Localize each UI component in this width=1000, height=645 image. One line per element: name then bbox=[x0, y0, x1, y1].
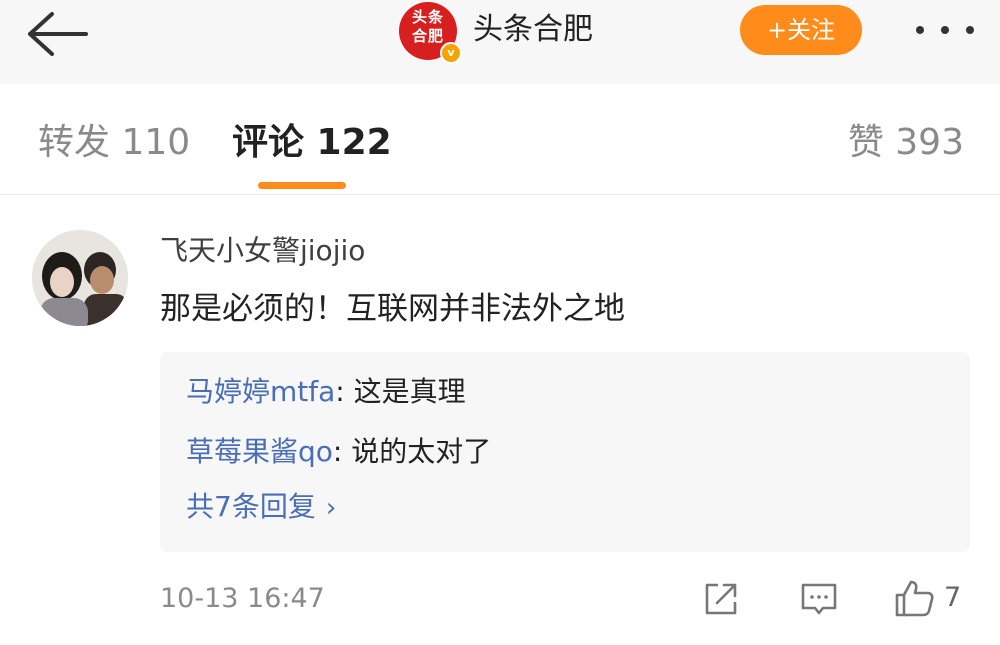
verified-badge-icon: v bbox=[440, 42, 462, 64]
more-options-icon[interactable] bbox=[910, 18, 980, 42]
comment-icon bbox=[801, 583, 837, 615]
tab-likes[interactable]: 赞 393 bbox=[848, 122, 964, 164]
comment-timestamp: 10-13 16:47 bbox=[160, 583, 325, 614]
replies-box[interactable]: 马婷婷mtfa: 这是真理 草莓果酱qo: 说的太对了 共7条回复 › bbox=[160, 352, 970, 552]
reply-item[interactable]: 马婷婷mtfa: 这是真理 bbox=[186, 375, 466, 409]
comment-text: 那是必须的！互联网并非法外之地 bbox=[160, 291, 625, 327]
like-count: 7 bbox=[944, 582, 962, 613]
back-arrow-icon[interactable] bbox=[22, 8, 92, 58]
share-button[interactable] bbox=[702, 578, 740, 618]
like-button[interactable]: 7 bbox=[893, 578, 973, 618]
share-icon bbox=[705, 583, 737, 615]
tab-bar: 转发 110 评论 122 赞 393 bbox=[0, 84, 1000, 194]
all-replies-label: 共7条回复 bbox=[186, 490, 316, 523]
top-bar: 头条 合肥 v 头条合肥 +关注 bbox=[0, 0, 1000, 84]
tab-repost[interactable]: 转发 110 bbox=[38, 122, 190, 164]
active-tab-indicator bbox=[258, 182, 346, 189]
view-all-replies-link[interactable]: 共7条回复 › bbox=[186, 490, 336, 525]
thumbs-up-icon bbox=[895, 580, 934, 617]
reply-item[interactable]: 草莓果酱qo: 说的太对了 bbox=[186, 435, 491, 469]
reply-text: : 说的太对了 bbox=[332, 435, 492, 468]
divider bbox=[0, 194, 1000, 195]
account-name[interactable]: 头条合肥 bbox=[473, 12, 593, 48]
logo-text: 头条 合肥 bbox=[411, 8, 444, 45]
reply-button[interactable] bbox=[800, 578, 838, 618]
commenter-avatar[interactable] bbox=[32, 230, 128, 326]
reply-user-name[interactable]: 草莓果酱qo bbox=[186, 435, 333, 468]
follow-button[interactable]: +关注 bbox=[740, 5, 862, 55]
chevron-right-icon: › bbox=[325, 493, 337, 523]
reply-text: : 这是真理 bbox=[335, 375, 466, 408]
reply-user-name[interactable]: 马婷婷mtfa bbox=[186, 375, 335, 408]
tab-comments[interactable]: 评论 122 bbox=[232, 122, 392, 164]
commenter-name[interactable]: 飞天小女警jiojio bbox=[160, 234, 365, 268]
